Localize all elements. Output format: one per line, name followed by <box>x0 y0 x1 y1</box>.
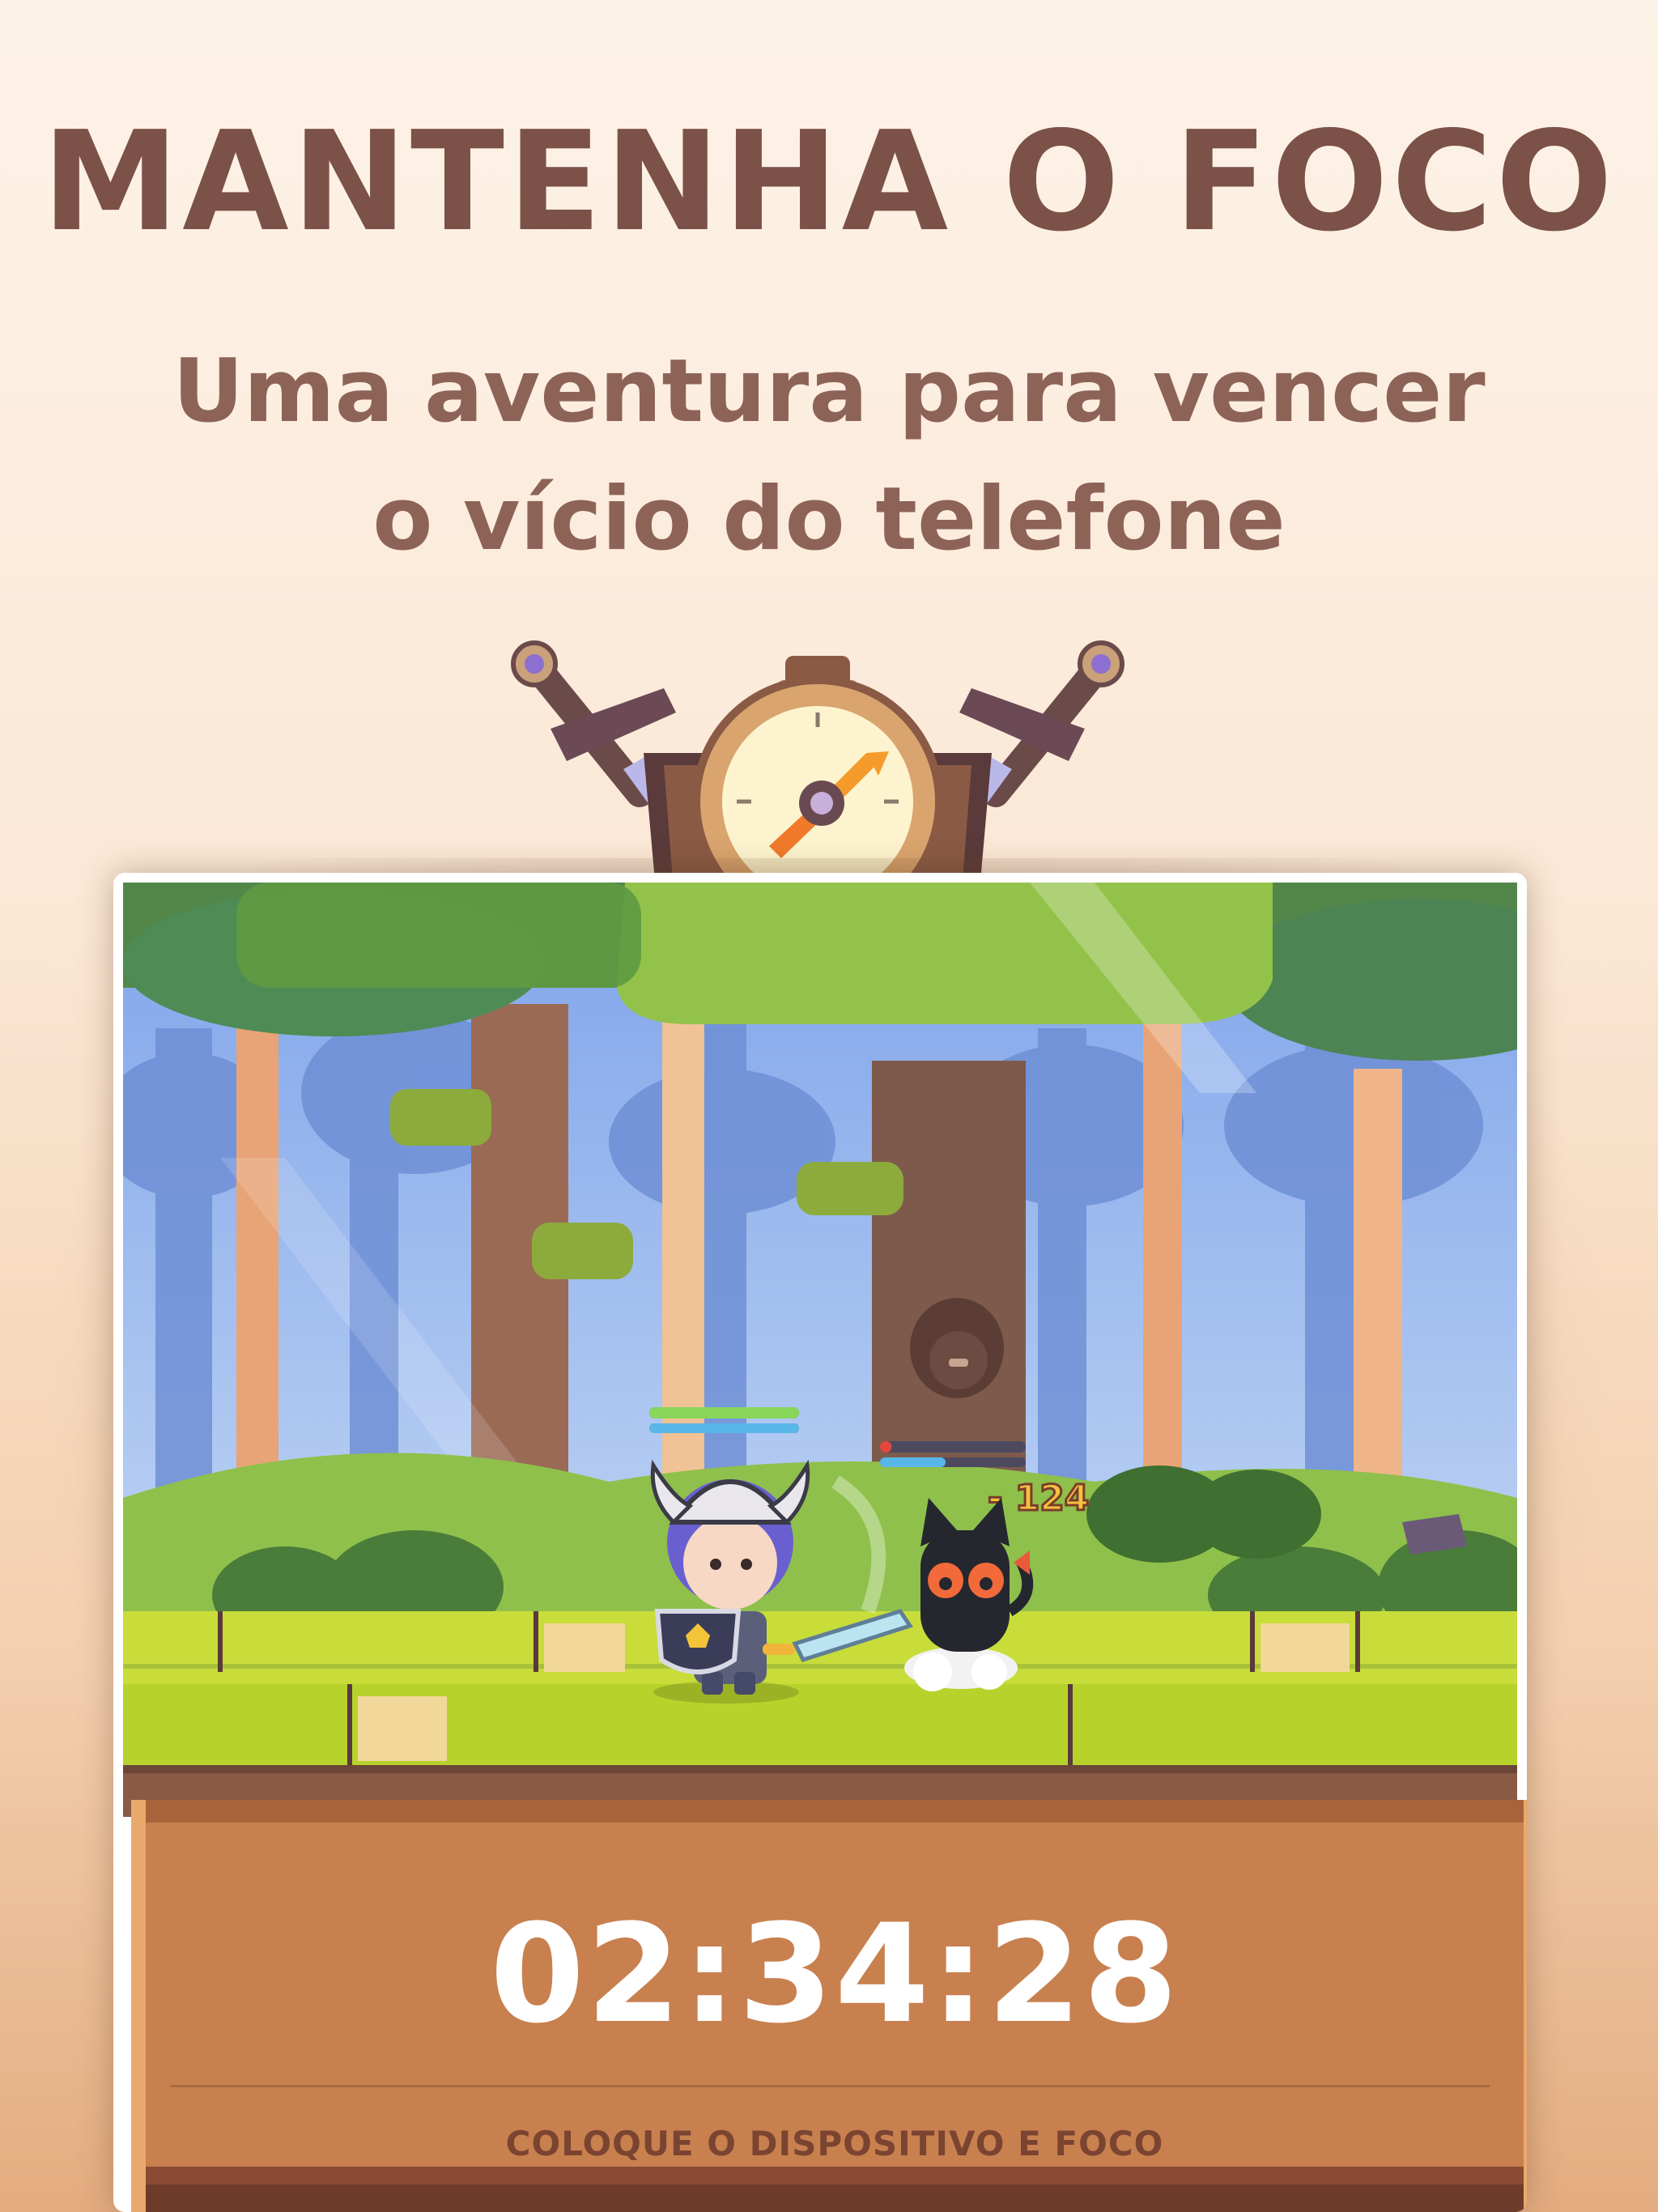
panel-top-edge <box>146 1800 1524 1823</box>
panel-bottom-edge <box>146 2167 1524 2212</box>
battle-scene: - 124 <box>123 883 1517 1817</box>
timer-panel: 02:34:28 COLOQUE O DISPOSITIVO E FOCO <box>131 1800 1527 2212</box>
subtitle: Uma aventura para vencer o vício do tele… <box>0 328 1658 584</box>
focus-instruction: COLOQUE O DISPOSITIVO E FOCO <box>505 2124 1164 2163</box>
enemy-mp-bar <box>880 1457 946 1467</box>
headline-title: MANTENHA O FOCO <box>41 102 1617 262</box>
enemy-hp-bar <box>880 1441 892 1453</box>
compass-swords-emblem-icon <box>511 640 1124 891</box>
game-frame: - 124 02:34:28 COLOQUE O DISPOSITIVO E F… <box>113 873 1527 2212</box>
panel-divider <box>170 2085 1490 2087</box>
focus-timer: 02:34:28 <box>490 1895 1180 2053</box>
subtitle-line-2: o vício do telefone <box>372 469 1286 570</box>
player-hp-bar <box>649 1407 799 1419</box>
subtitle-line-1: Uma aventura para vencer <box>172 341 1486 442</box>
player-mp-bar <box>649 1423 799 1433</box>
